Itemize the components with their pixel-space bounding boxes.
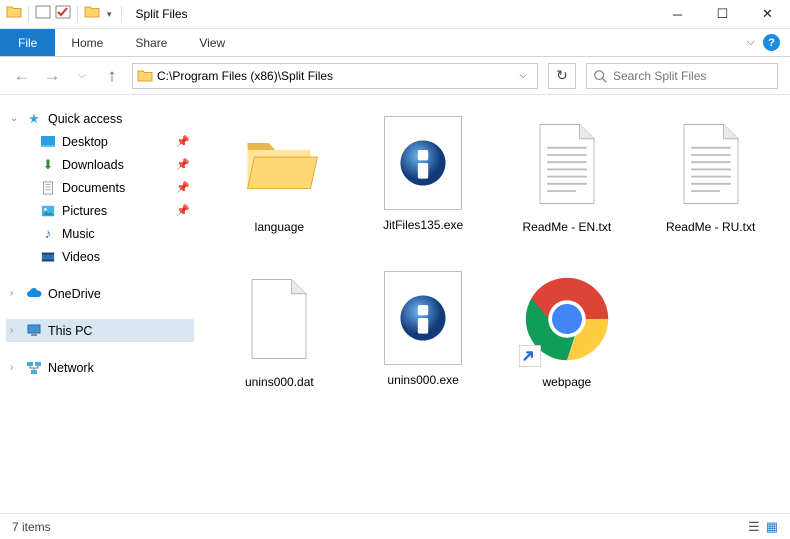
pin-icon: 📌 (176, 181, 190, 194)
sidebar-item-documents[interactable]: Documents 📌 (6, 176, 194, 199)
application-icon (384, 116, 462, 210)
sidebar-item-label: Videos (62, 250, 100, 264)
text-file-icon (663, 116, 759, 212)
star-icon: ★ (26, 111, 42, 127)
up-button[interactable]: ↑ (102, 66, 122, 86)
list-item[interactable]: ReadMe - RU.txt (641, 109, 780, 259)
address-input[interactable] (157, 69, 513, 83)
nav-bar: ← → ⌵ ↑ ⌵ ↻ (0, 57, 790, 95)
pin-icon: 📌 (176, 158, 190, 171)
sidebar-item-label: Quick access (48, 112, 122, 126)
sidebar: ⌄ ★ Quick access Desktop 📌 ⬇ Downloads 📌… (0, 95, 200, 511)
blank-file-icon (231, 271, 327, 367)
sidebar-item-label: This PC (48, 324, 92, 338)
sidebar-item-label: Documents (62, 181, 125, 195)
sidebar-item-label: Desktop (62, 135, 108, 149)
shortcut-arrow-icon (519, 345, 541, 367)
sidebar-item-label: Pictures (62, 204, 107, 218)
minimize-button[interactable]: ─ (655, 0, 700, 28)
folder-icon (231, 116, 327, 212)
sidebar-item-onedrive[interactable]: › OneDrive (6, 282, 194, 305)
view-details-icon[interactable]: ☰ (748, 519, 760, 535)
item-label: unins000.exe (387, 373, 458, 387)
search-input[interactable] (613, 69, 771, 83)
item-label: JitFiles135.exe (383, 218, 463, 232)
list-item[interactable]: webpage (498, 264, 637, 414)
music-icon: ♪ (40, 226, 56, 242)
status-bar: 7 items ☰ ▦ (0, 513, 790, 539)
forward-button[interactable]: → (42, 66, 62, 86)
back-button[interactable]: ← (12, 66, 32, 86)
documents-icon (40, 180, 56, 196)
list-item[interactable]: unins000.exe (354, 264, 493, 414)
title-bar: ▾ Split Files ─ ☐ ✕ (0, 0, 790, 29)
folder-icon (6, 4, 22, 25)
sidebar-item-videos[interactable]: Videos (6, 245, 194, 268)
application-icon (384, 271, 462, 365)
videos-icon (40, 249, 56, 265)
sidebar-item-label: Downloads (62, 158, 124, 172)
chevron-right-icon: › (10, 288, 13, 299)
qa-dropdown-icon[interactable]: ▾ (104, 9, 115, 20)
chrome-icon (519, 271, 615, 367)
tab-share[interactable]: Share (119, 29, 183, 56)
address-bar[interactable]: ⌵ (132, 63, 538, 89)
sidebar-item-desktop[interactable]: Desktop 📌 (6, 130, 194, 153)
item-label: language (255, 220, 304, 234)
window-title: Split Files (136, 7, 188, 21)
list-item[interactable]: unins000.dat (210, 264, 349, 414)
sidebar-item-pictures[interactable]: Pictures 📌 (6, 199, 194, 222)
help-icon[interactable]: ? (763, 34, 780, 51)
item-label: ReadMe - RU.txt (666, 220, 755, 234)
background-icon (35, 4, 51, 25)
pictures-icon (40, 203, 56, 219)
file-list: language JitFiles135.exe (200, 95, 790, 511)
list-item[interactable]: language (210, 109, 349, 259)
maximize-button[interactable]: ☐ (700, 0, 745, 28)
ribbon: File Home Share View ⌵ ? (0, 29, 790, 57)
sidebar-item-network[interactable]: › Network (6, 356, 194, 379)
sidebar-item-music[interactable]: ♪ Music (6, 222, 194, 245)
recent-dropdown-icon[interactable]: ⌵ (72, 70, 92, 81)
item-label: unins000.dat (245, 375, 314, 389)
pin-icon: 📌 (176, 135, 190, 148)
refresh-button[interactable]: ↻ (548, 63, 576, 89)
sidebar-item-label: OneDrive (48, 287, 101, 301)
text-file-icon (519, 116, 615, 212)
downloads-icon: ⬇ (40, 157, 56, 173)
onedrive-icon (26, 286, 42, 302)
sidebar-item-label: Network (48, 361, 94, 375)
file-tab[interactable]: File (0, 29, 55, 56)
tab-view[interactable]: View (183, 29, 241, 56)
list-item[interactable]: JitFiles135.exe (354, 109, 493, 259)
chevron-right-icon: › (10, 325, 13, 336)
chevron-right-icon: › (10, 362, 13, 373)
status-text: 7 items (12, 520, 51, 534)
view-large-icons-icon[interactable]: ▦ (766, 519, 778, 535)
checkbox-icon (55, 4, 71, 25)
chevron-down-icon: ⌄ (10, 113, 18, 124)
item-label: webpage (543, 375, 592, 389)
folder-icon-2 (84, 4, 100, 25)
list-item[interactable]: ReadMe - EN.txt (498, 109, 637, 259)
sidebar-quick-access[interactable]: ⌄ ★ Quick access (6, 107, 194, 130)
desktop-icon (40, 134, 56, 150)
search-icon (593, 69, 607, 83)
close-button[interactable]: ✕ (745, 0, 790, 28)
ribbon-chevron-icon[interactable]: ⌵ (747, 36, 755, 49)
search-box[interactable] (586, 63, 778, 89)
address-dropdown-icon[interactable]: ⌵ (513, 70, 533, 81)
sidebar-item-label: Music (62, 227, 95, 241)
sidebar-item-thispc[interactable]: › This PC (6, 319, 194, 342)
network-icon (26, 360, 42, 376)
item-label: ReadMe - EN.txt (523, 220, 612, 234)
tab-home[interactable]: Home (55, 29, 119, 56)
thispc-icon (26, 323, 42, 339)
folder-icon (137, 68, 153, 84)
sidebar-item-downloads[interactable]: ⬇ Downloads 📌 (6, 153, 194, 176)
pin-icon: 📌 (176, 204, 190, 217)
